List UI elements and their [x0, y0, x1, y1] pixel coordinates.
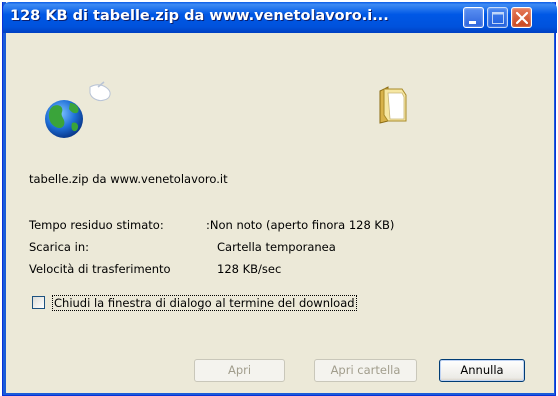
dialog-body: tabelle.zip da www.venetolavoro.it Tempo… [6, 33, 554, 393]
title-bar[interactable]: 128 KB di tabelle.zip da www.venetolavor… [3, 2, 557, 33]
open-button[interactable]: Apri [194, 359, 285, 382]
maximize-icon [492, 12, 504, 24]
minimize-icon [469, 21, 476, 24]
close-icon [515, 11, 529, 25]
download-to-value: Cartella temporanea [217, 240, 336, 254]
minimize-button[interactable] [463, 7, 484, 28]
transfer-rate-value: 128 KB/sec [217, 262, 282, 276]
cancel-button[interactable]: Annulla [439, 359, 525, 382]
close-button[interactable] [511, 7, 532, 28]
globe-icon [45, 81, 111, 138]
download-dialog: 128 KB di tabelle.zip da www.venetolavor… [2, 2, 557, 396]
maximize-button[interactable] [487, 7, 508, 28]
open-folder-button[interactable]: Apri cartella [314, 359, 417, 382]
close-when-done-checkbox[interactable] [32, 296, 45, 309]
time-remaining-label: Tempo residuo stimato: [29, 218, 164, 232]
close-when-done-label[interactable]: Chiudi la finestra di dialogo al termine… [52, 295, 357, 311]
file-source-text: tabelle.zip da www.venetolavoro.it [29, 172, 228, 186]
window-title: 128 KB di tabelle.zip da www.venetolavor… [10, 8, 389, 24]
time-remaining-value: :Non noto (aperto finora 128 KB) [206, 218, 395, 232]
folder-icon [379, 86, 407, 124]
download-to-label: Scarica in: [29, 240, 89, 254]
transfer-rate-label: Velocità di trasferimento [29, 262, 171, 276]
